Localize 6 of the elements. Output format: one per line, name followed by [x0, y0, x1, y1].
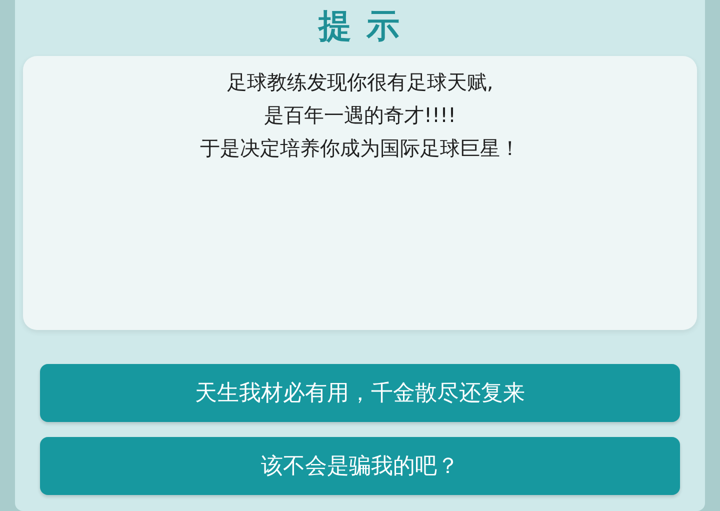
message-text: 足球教练发现你很有足球天赋, [226, 69, 494, 96]
dialog-title: 提 示 [316, 6, 403, 47]
message-text: 是百年一遇的奇才!!!! [264, 102, 456, 129]
option-button[interactable]: 天生我材必有用，千金散尽还复来 [40, 364, 680, 422]
message-text: 于是决定培养你成为国际足球巨星！ [200, 135, 520, 162]
option-button[interactable]: 该不会是骗我的吧？ [40, 437, 680, 495]
